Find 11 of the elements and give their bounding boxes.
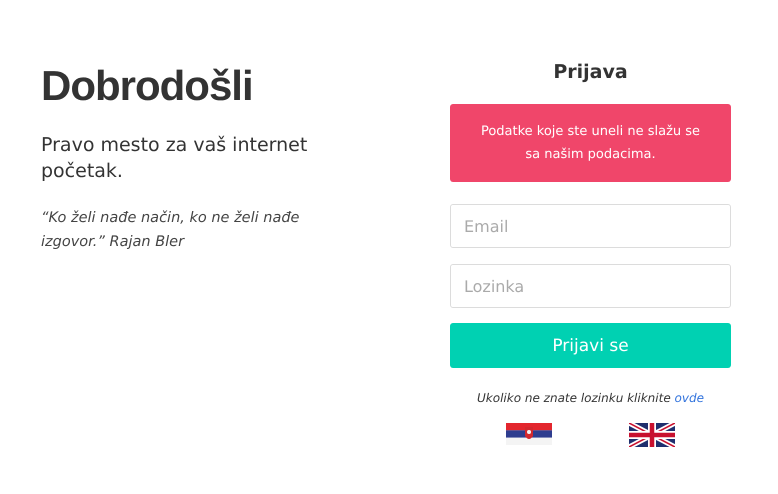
uk-flag-icon[interactable] [628,423,675,447]
login-title: Prijava [553,60,628,84]
forgot-password-text: Ukoliko ne znate lozinku kliknite ovde [477,391,704,405]
error-message: Podatke koje ste uneli ne slažu se sa našim podacima. [450,104,731,182]
serbian-flag-icon[interactable] [506,423,552,445]
subtitle: Pravo mesto za vaš internet početak. [41,133,308,184]
password-field[interactable]: Lozinka [450,264,731,308]
forgot-password-link[interactable]: ovde [674,391,704,405]
quote: “Ko želi nađe način, ko ne želi nađe izgovor.” Rajan Bler [41,209,300,252]
email-field[interactable]: Email [450,204,731,248]
welcome-title: Dobrodošli [41,62,254,110]
